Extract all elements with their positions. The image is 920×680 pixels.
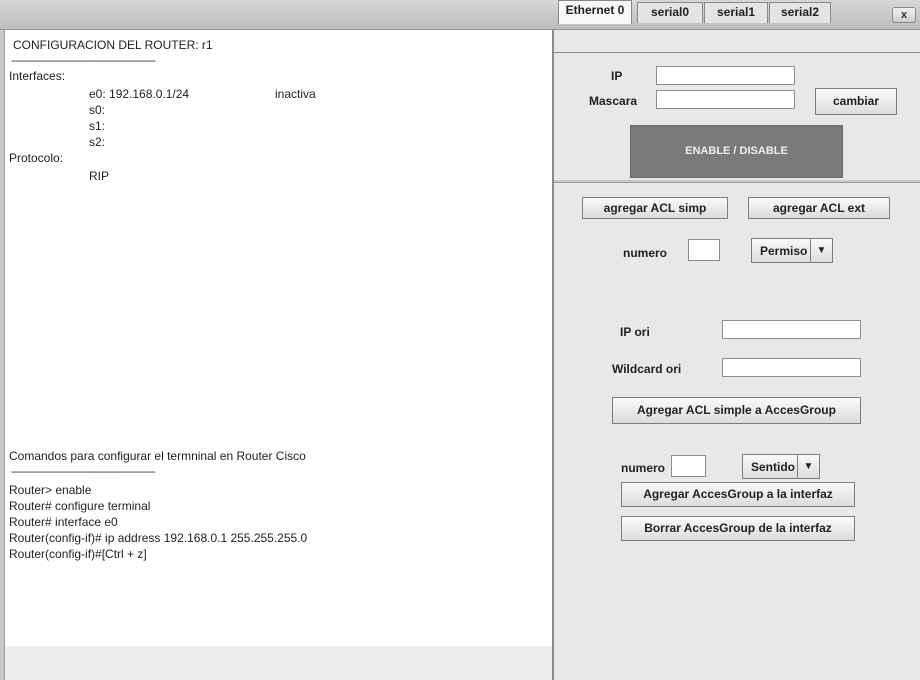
numero-label: numero — [623, 246, 668, 260]
enable-disable-button[interactable]: ENABLE / DISABLE — [630, 125, 843, 178]
router-config-panel: CONFIGURACION DEL ROUTER: r1 -----------… — [4, 30, 552, 646]
tab-serial0[interactable]: serial0 — [637, 2, 703, 23]
remove-group-from-interface-button[interactable]: Borrar AccesGroup de la interfaz — [621, 516, 855, 541]
acl-panel — [554, 182, 920, 680]
chevron-down-icon: ▼ — [810, 239, 832, 262]
ip-ori-label: IP ori — [620, 325, 650, 339]
numero-input[interactable] — [688, 239, 720, 261]
numero2-label: numero — [621, 461, 666, 475]
iface-s1: s1: — [89, 119, 106, 133]
ip-label: IP — [611, 69, 623, 83]
add-group-to-interface-button[interactable]: Agregar AccesGroup a la interfaz — [621, 482, 855, 507]
iface-e0: e0: 192.168.0.1/24 — [89, 87, 190, 101]
command-line: Router# configure terminal — [9, 499, 151, 513]
add-acl-ext-button[interactable]: agregar ACL ext — [748, 197, 890, 219]
iface-s0: s0: — [89, 103, 106, 117]
add-acl-to-group-button[interactable]: Agregar ACL simple a AccesGroup — [612, 397, 861, 424]
tab-serial2[interactable]: serial2 — [769, 2, 831, 23]
permiso-select[interactable]: Permiso ▼ — [751, 238, 833, 263]
wildcard-ori-input[interactable] — [722, 358, 861, 377]
change-button[interactable]: cambiar — [815, 88, 897, 115]
config-title: CONFIGURACION DEL ROUTER: r1 — [13, 38, 213, 52]
permiso-select-value: Permiso — [760, 244, 808, 258]
sentido-select[interactable]: Sentido ▼ — [742, 454, 820, 479]
command-line: Router# interface e0 — [9, 515, 118, 529]
config-separator: ----------------------------------------… — [11, 55, 156, 67]
tab-serial1[interactable]: serial1 — [704, 2, 768, 23]
commands-title: Comandos para configurar el termninal en… — [9, 449, 306, 463]
ip-ori-input[interactable] — [722, 320, 861, 339]
mask-label: Mascara — [589, 94, 638, 108]
tab-ethernet0[interactable]: Ethernet 0 — [558, 0, 632, 24]
interfaces-label: Interfaces: — [9, 69, 66, 83]
mask-input[interactable] — [656, 90, 795, 109]
close-button[interactable]: x — [892, 7, 916, 23]
command-line: Router(config-if)#[Ctrl + z] — [9, 547, 147, 561]
left-status-area — [4, 646, 552, 680]
iface-s2: s2: — [89, 135, 106, 149]
command-line: Router(config-if)# ip address 192.168.0.… — [9, 531, 308, 545]
add-acl-simple-button[interactable]: agregar ACL simp — [582, 197, 728, 219]
protocol-label: Protocolo: — [9, 151, 64, 165]
tab-underline — [554, 52, 920, 53]
iface-e0-status: inactiva — [275, 87, 316, 101]
sentido-select-value: Sentido — [751, 460, 795, 474]
chevron-down-icon: ▼ — [797, 455, 819, 478]
wildcard-ori-label: Wildcard ori — [612, 362, 682, 376]
numero2-input[interactable] — [671, 455, 706, 477]
ip-input[interactable] — [656, 66, 795, 85]
command-line: Router> enable — [9, 483, 92, 497]
protocol-value: RIP — [89, 169, 110, 183]
commands-separator: ----------------------------------------… — [11, 466, 156, 478]
